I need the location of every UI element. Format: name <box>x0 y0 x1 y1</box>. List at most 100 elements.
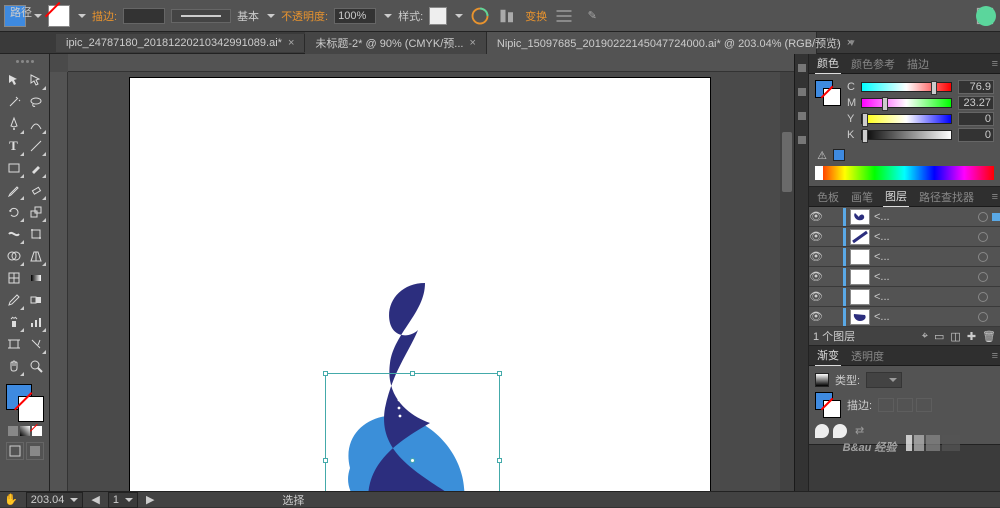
make-clip-icon[interactable]: ▭ <box>934 330 944 343</box>
tabs-scroll-left-icon[interactable]: ‹ <box>817 36 831 50</box>
delete-layer-icon[interactable]: 🗑 <box>982 330 996 343</box>
out-of-gamut-icon[interactable]: ⚠ <box>815 148 829 162</box>
layer-name[interactable]: <... <box>874 211 974 223</box>
target-icon[interactable] <box>978 272 988 282</box>
pencil-tool[interactable] <box>4 180 24 200</box>
perspective-tool[interactable] <box>26 246 46 266</box>
gradient-color-icon[interactable] <box>20 426 30 436</box>
width-tool[interactable] <box>4 224 24 244</box>
paintbrush-tool[interactable] <box>26 158 46 178</box>
gradient-preview[interactable] <box>815 373 829 387</box>
layer-thumbnail[interactable] <box>850 209 870 225</box>
stroke-along-icon[interactable] <box>897 398 913 412</box>
stroke-color-box[interactable] <box>18 396 44 422</box>
resize-handle[interactable] <box>497 458 502 463</box>
symbol-sprayer-tool[interactable] <box>4 312 24 332</box>
resize-handle[interactable] <box>323 371 328 376</box>
zoom-dropdown[interactable]: 203.04 <box>26 492 84 508</box>
stroke-swatch[interactable] <box>48 5 70 27</box>
user-avatar[interactable] <box>976 6 996 26</box>
layer-thumbnail[interactable] <box>850 289 870 305</box>
transform-label[interactable]: 变换 <box>525 8 547 24</box>
black-value[interactable]: 0 <box>958 128 994 142</box>
center-handle[interactable] <box>410 458 415 463</box>
gradient-fill-stroke[interactable] <box>815 392 841 418</box>
gradient-tab[interactable]: 渐变 <box>815 345 841 366</box>
scroll-thumb[interactable] <box>782 132 792 192</box>
layer-row[interactable]: 👁 <... <box>809 287 1000 307</box>
recolor-icon[interactable] <box>469 5 491 27</box>
solid-color-icon[interactable] <box>8 426 18 436</box>
target-icon[interactable] <box>978 312 988 322</box>
gamut-swatch[interactable] <box>833 149 845 161</box>
blend-tool[interactable] <box>26 290 46 310</box>
horizontal-ruler[interactable] <box>68 54 794 72</box>
dock-icon[interactable] <box>798 112 806 120</box>
type-tool[interactable]: T <box>4 136 24 156</box>
new-sublayer-icon[interactable]: ◫ <box>950 330 960 343</box>
visibility-toggle-icon[interactable]: 👁 <box>809 210 823 223</box>
magic-wand-tool[interactable] <box>4 92 24 112</box>
normal-mode-icon[interactable] <box>6 442 24 460</box>
resize-handle[interactable] <box>497 371 502 376</box>
layer-row[interactable]: 👁 <... <box>809 227 1000 247</box>
visibility-toggle-icon[interactable]: 👁 <box>809 230 823 243</box>
gradient-type-dropdown[interactable] <box>866 372 902 388</box>
layer-thumbnail[interactable] <box>850 229 870 245</box>
dock-icon[interactable] <box>798 136 806 144</box>
cyan-slider[interactable] <box>861 82 952 92</box>
color-spectrum[interactable] <box>815 166 994 180</box>
stroke-across-icon[interactable] <box>916 398 932 412</box>
yellow-slider[interactable] <box>861 114 952 124</box>
opacity-dd-icon[interactable] <box>384 14 392 18</box>
panel-menu-icon[interactable]: ≡ <box>992 350 998 362</box>
visibility-toggle-icon[interactable]: 👁 <box>809 290 823 303</box>
artboard[interactable] <box>130 78 710 491</box>
eyedropper-tool[interactable] <box>4 290 24 310</box>
eraser-tool[interactable] <box>26 180 46 200</box>
artboard-prev-icon[interactable]: ◀ <box>91 493 99 506</box>
style-swatch[interactable] <box>429 7 447 25</box>
line-tool[interactable] <box>26 136 46 156</box>
isolate-icon[interactable] <box>553 5 575 27</box>
mesh-tool[interactable] <box>4 268 24 288</box>
gradient-tool[interactable] <box>26 268 46 288</box>
target-icon[interactable] <box>978 252 988 262</box>
visibility-toggle-icon[interactable]: 👁 <box>809 270 823 283</box>
zoom-tool[interactable] <box>26 356 46 376</box>
tabs-menu-icon[interactable]: ▾ <box>845 36 859 50</box>
layer-row[interactable]: 👁 <... <box>809 267 1000 287</box>
pathfinder-tab[interactable]: 路径查找器 <box>917 187 976 207</box>
free-transform-tool[interactable] <box>26 224 46 244</box>
layer-name[interactable]: <... <box>874 311 974 323</box>
shape-builder-tool[interactable] <box>4 246 24 266</box>
opacity-input[interactable]: 100% <box>334 8 376 24</box>
doc-tab-1[interactable]: ipic_24787180_20181220210342991089.ai*× <box>56 34 305 52</box>
stroke-dropdown-icon[interactable] <box>78 14 86 18</box>
rotate-tool[interactable] <box>4 202 24 222</box>
curvature-tool[interactable] <box>26 114 46 134</box>
direct-selection-tool[interactable] <box>26 70 46 90</box>
dock-icon[interactable] <box>798 88 806 96</box>
swatches-tab[interactable]: 色板 <box>815 187 841 207</box>
magenta-value[interactable]: 23.27 <box>958 96 994 110</box>
stroke-weight-input[interactable] <box>123 8 165 24</box>
none-color-icon[interactable] <box>32 426 42 436</box>
target-icon[interactable] <box>978 212 988 222</box>
doc-tab-3[interactable]: Nipic_15097685_20190222145047724000.ai* … <box>487 32 817 54</box>
cyan-value[interactable]: 76.9 <box>958 80 994 94</box>
color-tab[interactable]: 颜色 <box>815 53 841 74</box>
artboard-tool[interactable] <box>4 334 24 354</box>
brushes-tab[interactable]: 画笔 <box>849 187 875 207</box>
panel-menu-icon[interactable]: ≡ <box>992 58 998 70</box>
resize-handle[interactable] <box>323 458 328 463</box>
gradient-stop-1[interactable] <box>815 424 829 438</box>
layer-name[interactable]: <... <box>874 271 974 283</box>
new-layer-icon[interactable]: ✚ <box>967 330 976 343</box>
lasso-tool[interactable] <box>26 92 46 112</box>
layers-tab[interactable]: 图层 <box>883 186 909 207</box>
close-icon[interactable]: × <box>469 37 475 49</box>
stroke-style-preview[interactable] <box>171 9 231 23</box>
hand-status-icon[interactable]: ✋ <box>4 493 18 506</box>
stroke-tab[interactable]: 描边 <box>905 54 931 74</box>
